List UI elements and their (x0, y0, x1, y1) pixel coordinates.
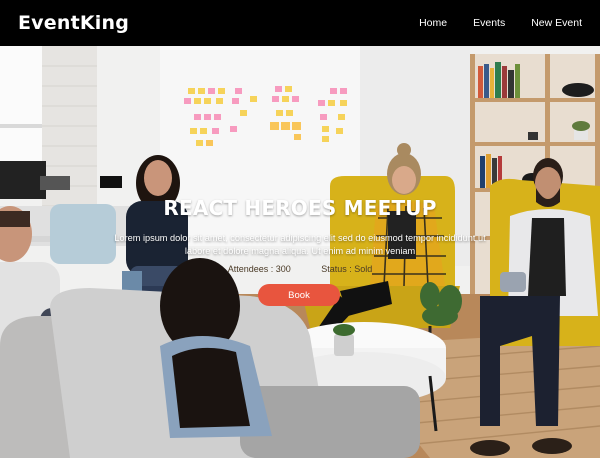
nav-link-events[interactable]: Events (473, 17, 505, 29)
book-button[interactable]: Book (258, 284, 340, 306)
hero-overlay: REACT HEROES MEETUP Lorem ipsum dolor si… (0, 46, 600, 458)
event-description: Lorem ipsum dolor sit amet, consectetur … (114, 233, 486, 256)
nav-link-home[interactable]: Home (419, 17, 447, 29)
page: EventKing Home Events New Event REACT HE… (0, 0, 600, 458)
navbar: EventKing Home Events New Event (0, 0, 600, 46)
event-meta: Attendees : 300 Status : Sold (0, 264, 600, 274)
nav-links: Home Events New Event (393, 17, 582, 29)
brand-logo[interactable]: EventKing (18, 12, 129, 34)
event-status: Status : Sold (321, 264, 373, 274)
nav-link-new-event[interactable]: New Event (531, 17, 582, 29)
event-title: REACT HEROES MEETUP (163, 196, 437, 220)
attendees-count: Attendees : 300 (227, 264, 291, 274)
